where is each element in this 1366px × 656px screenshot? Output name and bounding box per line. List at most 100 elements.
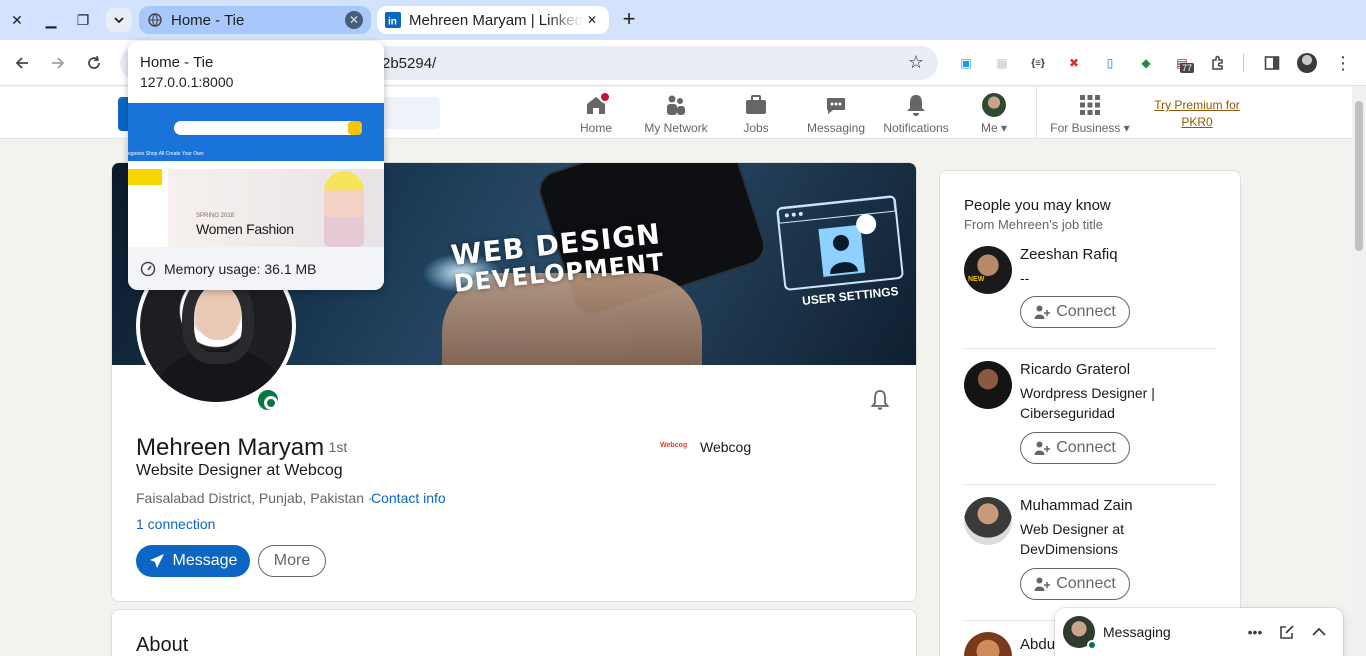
page-scrollbar[interactable] xyxy=(1352,87,1366,656)
nav-label: Me ▾ xyxy=(980,121,1008,135)
nav-home[interactable]: Home xyxy=(576,91,616,137)
person-suggestion: NEW Zeeshan Rafiq -- Connect xyxy=(964,246,1216,336)
nav-label: My Network xyxy=(644,121,708,135)
person-name[interactable]: Ricardo Graterol xyxy=(1020,361,1130,378)
nav-for-business[interactable]: For Business ▾ xyxy=(1046,93,1134,137)
tab-home-tie[interactable]: Home - Tie ✕ xyxy=(139,6,371,34)
about-card: About xyxy=(111,609,917,656)
toolbar-divider xyxy=(1243,54,1244,72)
preview-nav-text: egories Shop All Create Your Own xyxy=(128,151,204,157)
extension-green-icon[interactable]: ◆ xyxy=(1136,53,1156,73)
tab-linkedin-profile[interactable]: in Mehreen Maryam | LinkedIn ✕ xyxy=(377,6,609,34)
person-avatar[interactable]: NEW xyxy=(964,246,1012,294)
avatar-overlay: NEW xyxy=(968,276,985,283)
connect-button[interactable]: Connect xyxy=(1020,568,1130,600)
nav-label: For Business ▾ xyxy=(1050,121,1130,135)
hovercard-url: 127.0.0.1:8000 xyxy=(140,74,234,90)
chevron-up-icon[interactable] xyxy=(1309,622,1329,642)
sidebar-title: People you may know xyxy=(964,197,1111,214)
nav-me[interactable]: Me ▾ xyxy=(976,93,1012,137)
connect-label: Connect xyxy=(1056,439,1116,456)
reload-icon[interactable] xyxy=(81,50,107,76)
person-name[interactable]: Abdu xyxy=(1020,636,1055,653)
person-role: -- xyxy=(1020,270,1030,286)
linkedin-search-input[interactable] xyxy=(380,97,440,129)
connections-link[interactable]: 1 connection xyxy=(136,516,215,532)
sidebar-subtitle: From Mehreen's job title xyxy=(964,217,1104,232)
briefcase-icon xyxy=(744,93,768,117)
follow-bell-icon[interactable] xyxy=(868,388,892,412)
memory-usage-text: Memory usage: 36.1 MB xyxy=(164,261,317,277)
forward-icon[interactable] xyxy=(45,50,71,76)
minimize-window-icon[interactable]: ▁ xyxy=(39,8,63,32)
nav-messaging[interactable]: Messaging xyxy=(802,93,870,137)
extension-doc-icon[interactable]: ▯ xyxy=(1100,53,1120,73)
puzzle-extensions-icon[interactable] xyxy=(1208,53,1228,73)
more-button-label: More xyxy=(273,552,311,569)
extension-thumb-icon[interactable]: ✖ xyxy=(1064,53,1084,73)
tab-search-button[interactable] xyxy=(106,8,132,32)
user-settings-icon xyxy=(777,196,896,277)
back-icon[interactable] xyxy=(9,50,35,76)
bell-icon xyxy=(904,93,928,117)
profile-avatar-icon[interactable] xyxy=(1297,53,1317,73)
messaging-label: Messaging xyxy=(1103,624,1171,640)
header-divider xyxy=(1036,87,1037,139)
more-options-icon[interactable]: ••• xyxy=(1245,622,1265,642)
try-premium-link[interactable]: Try Premium for PKR0 xyxy=(1150,97,1244,131)
extension-badge-icon[interactable]: ▤ 77 xyxy=(1172,53,1195,73)
add-person-icon xyxy=(1034,577,1051,591)
message-button-label: Message xyxy=(172,552,238,569)
nav-label: Jobs xyxy=(743,121,769,135)
message-button[interactable]: Message xyxy=(136,545,250,577)
online-status-dot xyxy=(1087,640,1097,650)
current-company-link[interactable]: Webcog xyxy=(700,439,751,455)
about-title: About xyxy=(136,634,189,656)
nav-my-network[interactable]: My Network xyxy=(640,93,712,137)
bookmark-star-icon[interactable]: ☆ xyxy=(908,52,924,73)
profile-location: Faisalabad District, Punjab, Pakistan · xyxy=(136,490,373,506)
nav-notifications[interactable]: Notifications xyxy=(878,93,954,137)
add-person-icon xyxy=(1034,305,1051,319)
side-panel-icon[interactable] xyxy=(1262,53,1282,73)
person-avatar[interactable] xyxy=(964,361,1012,409)
hovercard-memory: Memory usage: 36.1 MB xyxy=(128,247,384,290)
close-tab-icon[interactable]: ✕ xyxy=(583,11,601,29)
preview-hero-text: Women Fashion xyxy=(196,221,294,237)
person-name[interactable]: Muhammad Zain xyxy=(1020,497,1133,514)
close-tab-icon[interactable]: ✕ xyxy=(345,11,363,29)
hovercard-title: Home - Tie xyxy=(140,54,214,71)
company-logo[interactable]: Webcog xyxy=(660,442,692,454)
person-name[interactable]: Zeeshan Rafiq xyxy=(1020,246,1118,263)
contact-info-link[interactable]: Contact info xyxy=(371,490,446,506)
more-button[interactable]: More xyxy=(258,545,326,577)
preview-search-box xyxy=(174,121,362,135)
photo-face xyxy=(196,286,240,340)
globe-icon xyxy=(147,12,163,28)
preview-model-image xyxy=(324,171,364,247)
compose-icon[interactable] xyxy=(1277,622,1297,642)
restore-window-icon[interactable]: ❐ xyxy=(71,8,95,32)
extension-screen-icon[interactable]: ▣ xyxy=(956,53,976,73)
banner-settings-box xyxy=(775,194,905,292)
person-avatar[interactable] xyxy=(964,497,1012,545)
tab-hover-card: Home - Tie 127.0.0.1:8000 egories Shop A… xyxy=(128,41,384,290)
connect-button[interactable]: Connect xyxy=(1020,296,1130,328)
new-tab-button[interactable]: + xyxy=(617,8,641,32)
extension-json-icon[interactable]: {≡} xyxy=(1028,53,1048,73)
chevron-down-icon xyxy=(114,17,124,24)
gauge-icon xyxy=(140,261,156,277)
browser-menu-icon[interactable]: ⋮ xyxy=(1333,53,1353,73)
nav-jobs[interactable]: Jobs xyxy=(736,93,776,137)
connect-button[interactable]: Connect xyxy=(1020,432,1130,464)
close-window-icon[interactable]: ✕ xyxy=(5,8,29,32)
person-avatar[interactable] xyxy=(964,632,1012,656)
person-role: Web Designer at DevDimensions xyxy=(1020,521,1125,557)
person-role: Wordpress Designer | Ciberseguridad xyxy=(1020,385,1155,421)
extension-grid-icon[interactable]: ▦ xyxy=(992,53,1012,73)
messaging-icon xyxy=(824,93,848,117)
messaging-dock[interactable]: Messaging ••• xyxy=(1055,608,1343,656)
svg-text:in: in xyxy=(388,17,397,28)
scrollbar-thumb[interactable] xyxy=(1355,101,1363,251)
linkedin-favicon-icon: in xyxy=(385,12,401,28)
